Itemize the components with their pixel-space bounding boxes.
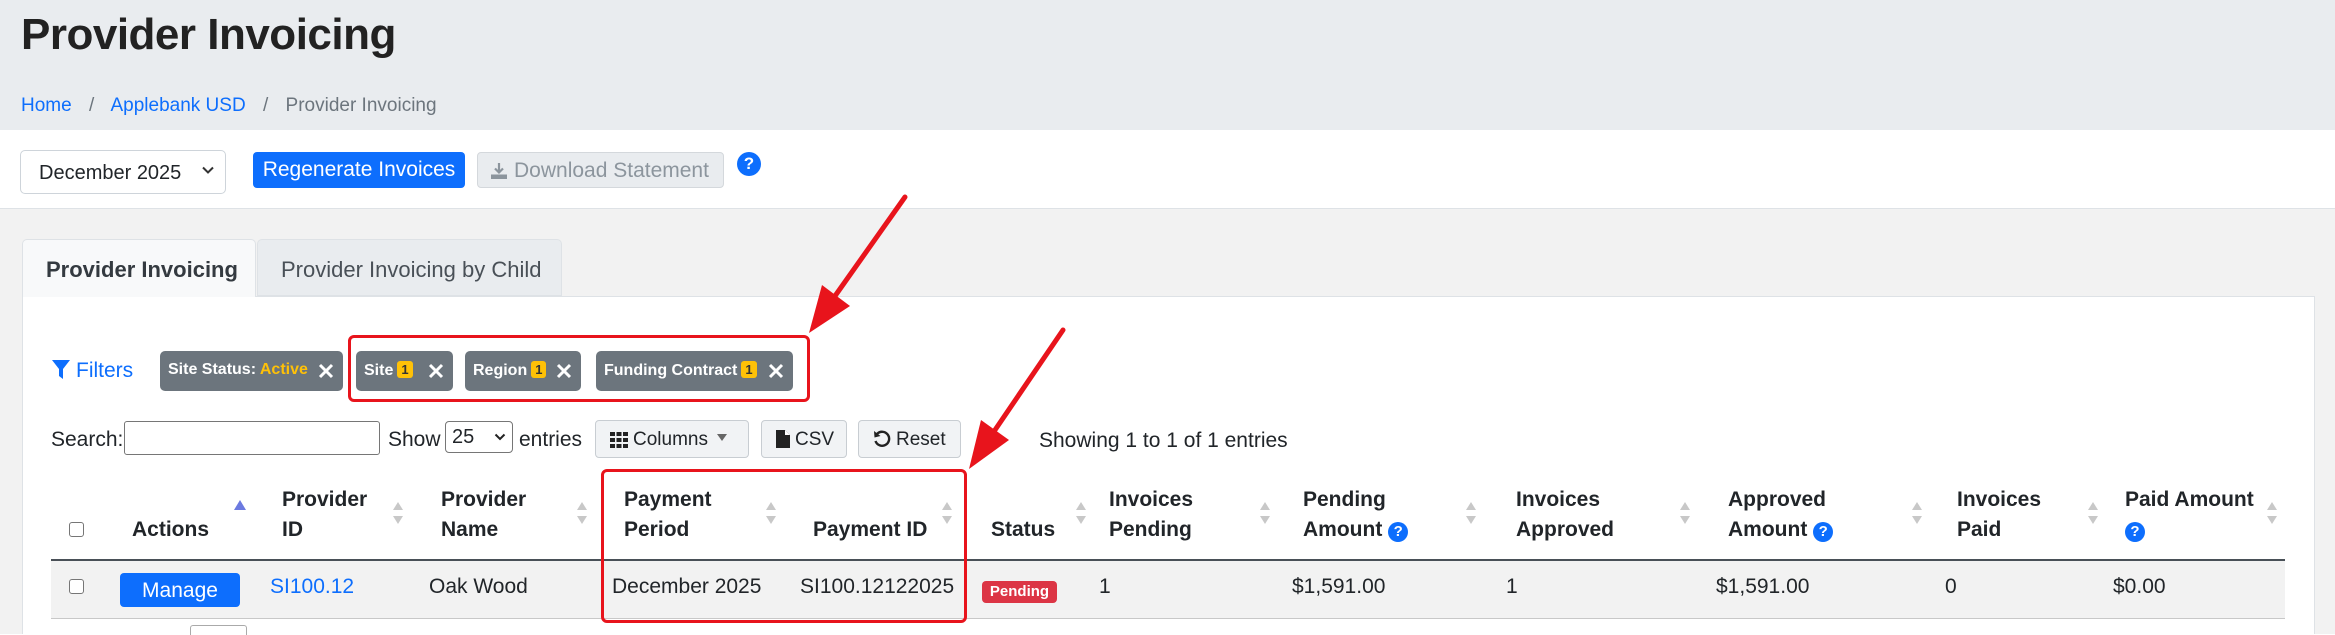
arrow-icon xyxy=(969,327,1066,469)
arrow-icon xyxy=(809,194,908,333)
tab-provider-invoicing[interactable]: Provider Invoicing xyxy=(22,239,256,297)
annotation-arrows xyxy=(809,194,1066,469)
